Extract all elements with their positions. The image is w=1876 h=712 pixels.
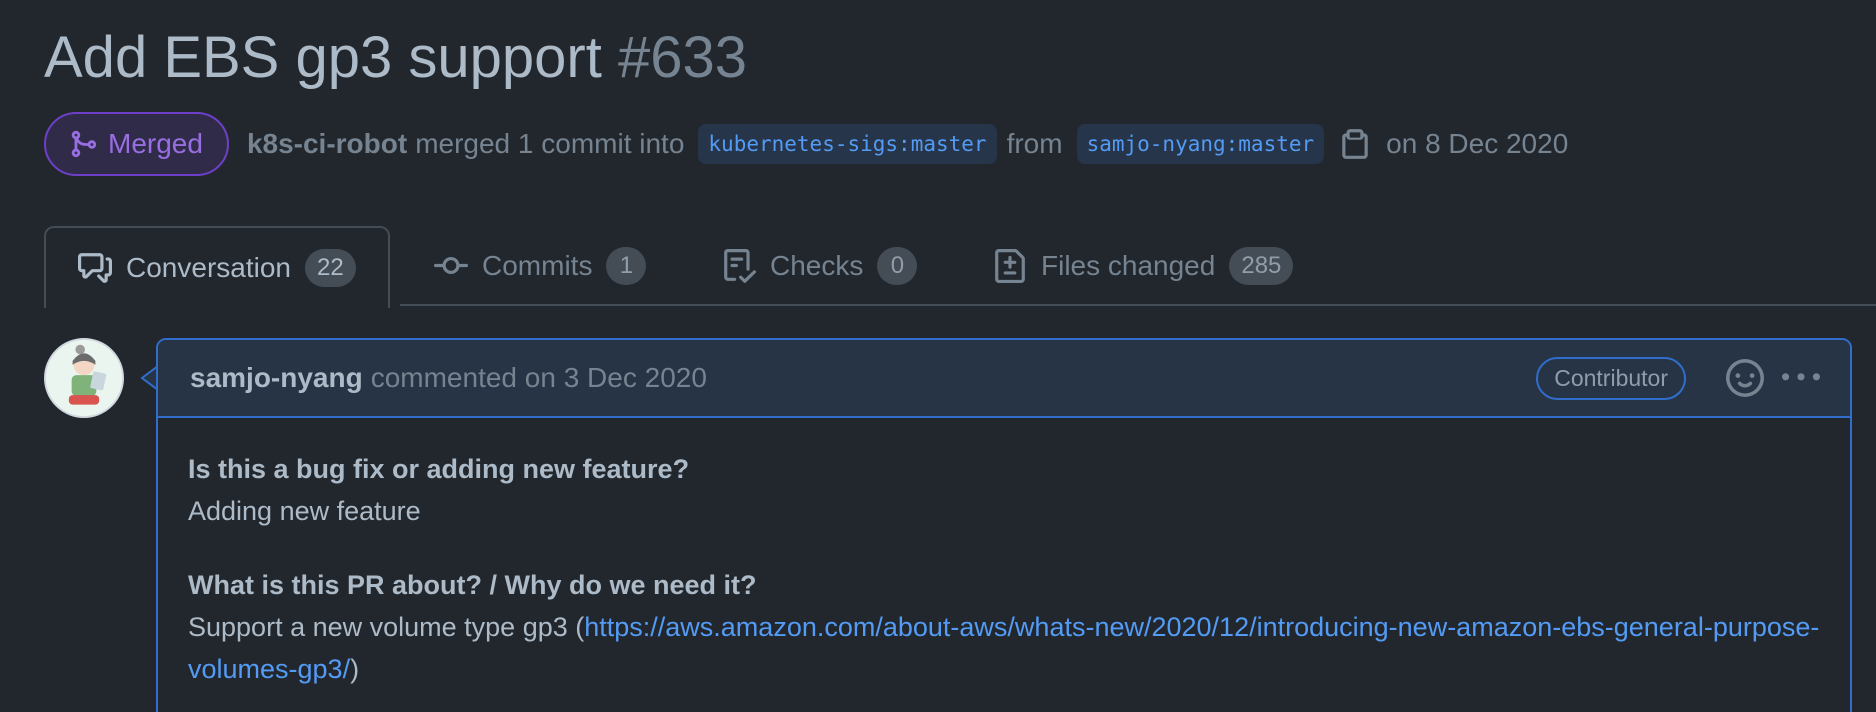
comment-box: samjo-nyang commented on 3 Dec 2020 Cont…: [156, 338, 1852, 712]
contributor-badge: Contributor: [1536, 356, 1686, 400]
from-text: from: [1006, 128, 1063, 159]
pull-request-page: Add EBS gp3 support #633 Merged k8s-ci-r…: [0, 0, 1876, 712]
tab-files-changed[interactable]: Files changed 285: [993, 226, 1294, 306]
merged-state-badge: Merged: [44, 112, 229, 176]
tab-commits[interactable]: Commits 1: [434, 226, 647, 306]
pr-number: #633: [617, 25, 747, 90]
comment-timestamp[interactable]: commented on 3 Dec 2020: [371, 362, 707, 394]
merge-action-text: merged 1 commit into: [415, 128, 685, 159]
tab-checks-label: Checks: [770, 250, 864, 281]
base-branch[interactable]: kubernetes-sigs:master: [698, 124, 997, 164]
smiley-icon[interactable]: [1726, 359, 1764, 397]
answer-1: Adding new feature: [188, 496, 421, 526]
tab-commits-label: Commits: [482, 250, 593, 281]
comment-discussion-icon: [78, 253, 112, 283]
comment-author-link[interactable]: samjo-nyang: [190, 362, 363, 394]
tab-files-changed-count: 285: [1229, 247, 1294, 285]
tab-conversation-count: 22: [304, 249, 356, 287]
comment-body: Is this a bug fix or adding new feature?…: [158, 418, 1850, 690]
kebab-horizontal-icon[interactable]: [1782, 359, 1820, 397]
pr-meta: Merged k8s-ci-robot merged 1 commit into…: [44, 112, 1578, 176]
git-merge-icon: [71, 130, 97, 158]
answer-2-suffix: ): [350, 654, 360, 684]
merge-date: on 8 Dec 2020: [1386, 128, 1569, 159]
copy-icon[interactable]: [1338, 127, 1372, 161]
question-1: Is this a bug fix or adding new feature?: [188, 454, 690, 484]
tab-conversation-label: Conversation: [126, 252, 291, 283]
avatar[interactable]: [44, 338, 124, 418]
head-branch[interactable]: samjo-nyang:master: [1076, 124, 1325, 164]
tab-files-changed-label: Files changed: [1041, 250, 1216, 281]
tab-checks-count: 0: [877, 247, 918, 285]
pr-title: Add EBS gp3 support: [44, 25, 602, 90]
pr-tabs: Conversation 22 Commits 1 Checks 0 Files…: [0, 226, 1876, 308]
answer-2-prefix: Support a new volume type gp3 (: [188, 612, 585, 642]
merger-link[interactable]: k8s-ci-robot: [247, 128, 407, 160]
tab-commits-count: 1: [606, 247, 647, 285]
question-2: What is this PR about? / Why do we need …: [188, 570, 757, 600]
tab-checks[interactable]: Checks 0: [722, 226, 918, 306]
tab-conversation[interactable]: Conversation 22: [44, 226, 390, 308]
question-1-block: Is this a bug fix or adding new feature?…: [188, 448, 1820, 532]
comment-header: samjo-nyang commented on 3 Dec 2020 Cont…: [158, 340, 1850, 418]
git-commit-icon: [434, 256, 468, 274]
state-label: Merged: [108, 128, 203, 159]
answer-2: Support a new volume type gp3 (https://a…: [188, 606, 1820, 690]
page-title: Add EBS gp3 support #633: [44, 22, 747, 94]
question-2-block: What is this PR about? / Why do we need …: [188, 564, 1820, 690]
file-diff-icon: [995, 249, 1025, 283]
checklist-icon: [724, 249, 756, 283]
